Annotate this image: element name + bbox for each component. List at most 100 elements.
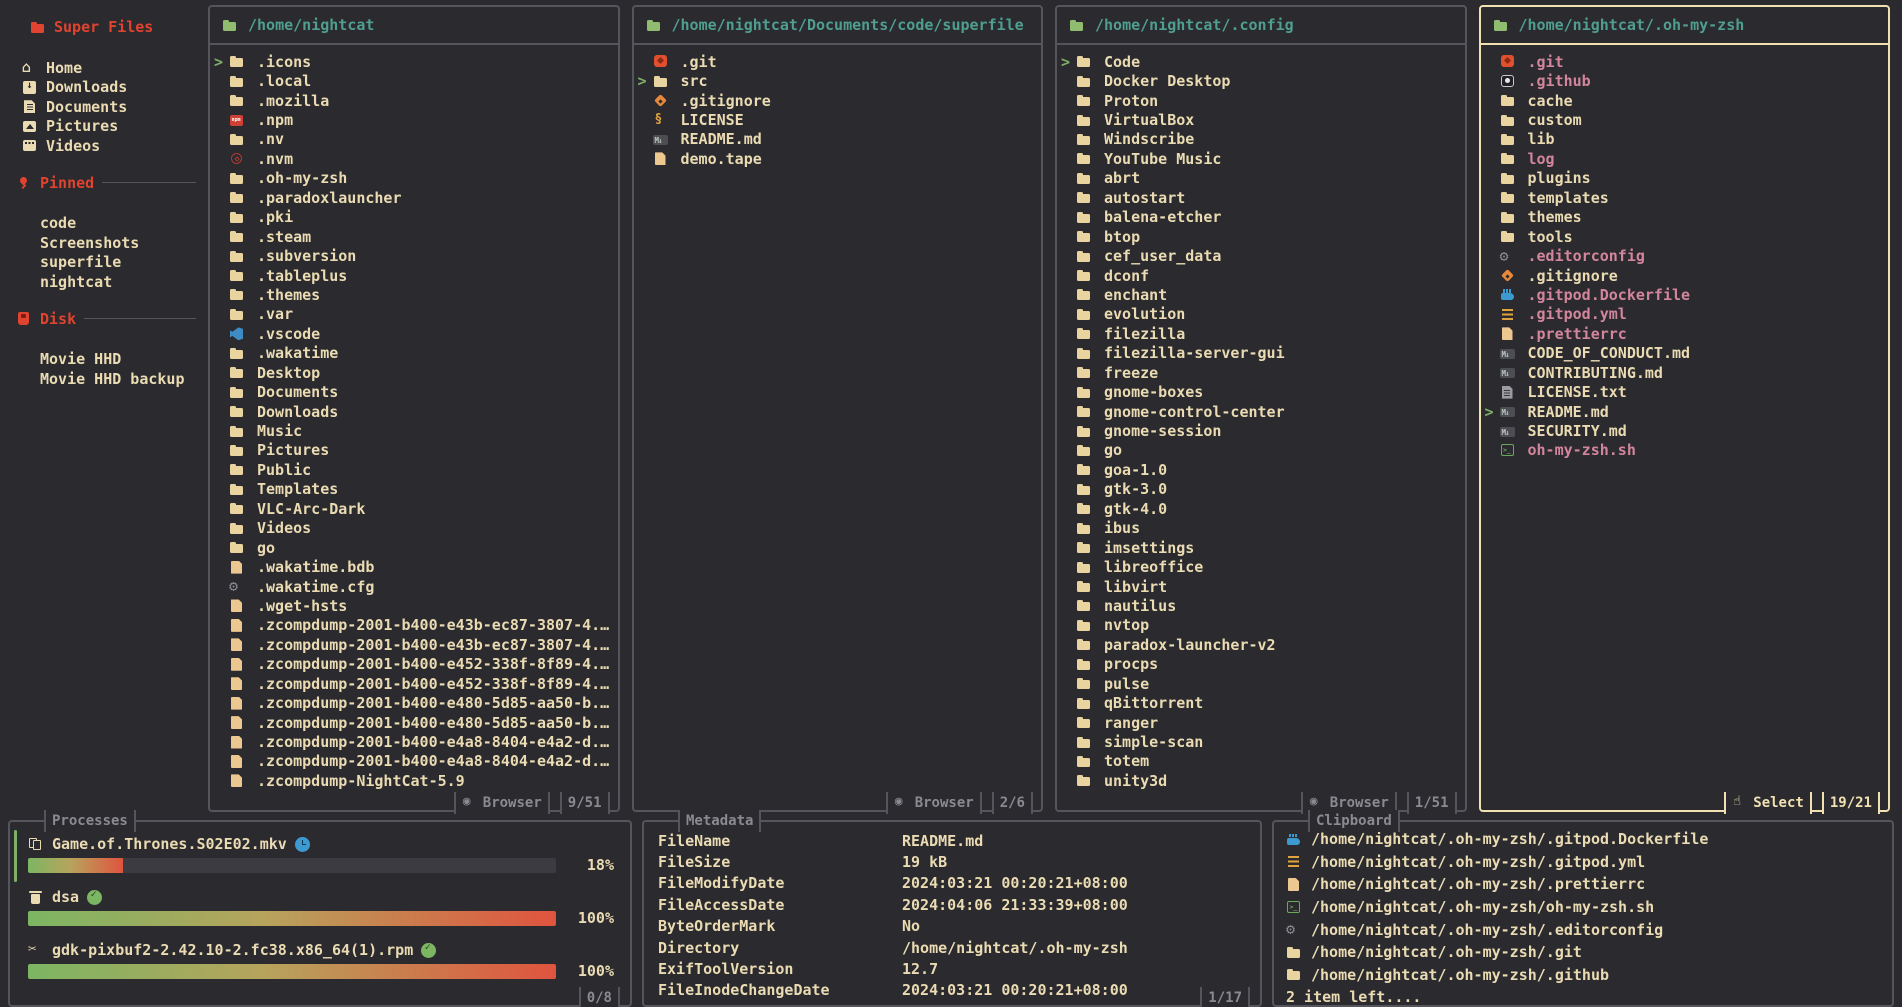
file-row[interactable]: oh-my-zsh.sh: [1485, 441, 1885, 460]
file-row[interactable]: Code: [1061, 52, 1461, 71]
file-row[interactable]: plugins: [1485, 169, 1885, 188]
file-row[interactable]: .zcompdump-2001-b400-e4a8-8404-e4a2-d...: [214, 732, 614, 751]
file-row[interactable]: lib: [1485, 130, 1885, 149]
file-row[interactable]: procps: [1061, 655, 1461, 674]
file-row[interactable]: README.md: [638, 130, 1038, 149]
file-row[interactable]: libreoffice: [1061, 557, 1461, 576]
file-row[interactable]: abrt: [1061, 169, 1461, 188]
file-row[interactable]: YouTube Music: [1061, 149, 1461, 168]
file-row[interactable]: Music: [214, 421, 614, 440]
file-row[interactable]: Documents: [214, 382, 614, 401]
pinned-item[interactable]: Screenshots: [16, 233, 196, 253]
file-row[interactable]: gnome-session: [1061, 421, 1461, 440]
file-row[interactable]: .pki: [214, 208, 614, 227]
file-row[interactable]: .icons: [214, 52, 614, 71]
file-row[interactable]: unity3d: [1061, 771, 1461, 790]
file-row[interactable]: Templates: [214, 480, 614, 499]
pinned-item[interactable]: code: [16, 214, 196, 234]
file-row[interactable]: gnome-control-center: [1061, 402, 1461, 421]
file-row[interactable]: freeze: [1061, 363, 1461, 382]
file-row[interactable]: .steam: [214, 227, 614, 246]
file-row[interactable]: filezilla-server-gui: [1061, 344, 1461, 363]
file-row[interactable]: .wakatime: [214, 344, 614, 363]
file-row[interactable]: LICENSE: [638, 110, 1038, 129]
file-row[interactable]: .paradoxlauncher: [214, 188, 614, 207]
file-row[interactable]: libvirt: [1061, 577, 1461, 596]
file-row[interactable]: .mozilla: [214, 91, 614, 110]
file-row[interactable]: templates: [1485, 188, 1885, 207]
sidebar-nav-item[interactable]: Home: [16, 58, 196, 78]
file-row[interactable]: log: [1485, 149, 1885, 168]
file-row[interactable]: gtk-4.0: [1061, 499, 1461, 518]
file-row[interactable]: .zcompdump-2001-b400-e43b-ec87-3807-4...: [214, 616, 614, 635]
file-row[interactable]: .zcompdump-2001-b400-e480-5d85-aa50-b...: [214, 713, 614, 732]
disk-item[interactable]: Movie HHD: [16, 350, 196, 370]
file-row[interactable]: README.md: [1485, 402, 1885, 421]
file-row[interactable]: ibus: [1061, 519, 1461, 538]
processes-scrollbar[interactable]: [14, 830, 17, 882]
file-row[interactable]: imsettings: [1061, 538, 1461, 557]
file-row[interactable]: SECURITY.md: [1485, 421, 1885, 440]
disk-item[interactable]: Movie HHD backup: [16, 369, 196, 389]
file-row[interactable]: .wakatime.cfg: [214, 577, 614, 596]
file-row[interactable]: custom: [1485, 110, 1885, 129]
file-row[interactable]: .wakatime.bdb: [214, 557, 614, 576]
file-row[interactable]: CONTRIBUTING.md: [1485, 363, 1885, 382]
file-row[interactable]: pulse: [1061, 674, 1461, 693]
file-row[interactable]: go: [214, 538, 614, 557]
file-row[interactable]: src: [638, 71, 1038, 90]
file-row[interactable]: balena-etcher: [1061, 208, 1461, 227]
file-row[interactable]: .themes: [214, 285, 614, 304]
file-row[interactable]: .gitpod.yml: [1485, 305, 1885, 324]
file-row[interactable]: .git: [638, 52, 1038, 71]
file-row[interactable]: cache: [1485, 91, 1885, 110]
file-row[interactable]: autostart: [1061, 188, 1461, 207]
file-row[interactable]: .wget-hsts: [214, 596, 614, 615]
file-row[interactable]: .zcompdump-2001-b400-e452-338f-8f89-4...: [214, 674, 614, 693]
file-row[interactable]: .tableplus: [214, 266, 614, 285]
sidebar-nav-item[interactable]: Documents: [16, 97, 196, 117]
file-row[interactable]: .gitignore: [1485, 266, 1885, 285]
pinned-item[interactable]: superfile: [16, 253, 196, 273]
file-row[interactable]: gtk-3.0: [1061, 480, 1461, 499]
file-row[interactable]: cef_user_data: [1061, 246, 1461, 265]
file-row[interactable]: .gitignore: [638, 91, 1038, 110]
file-row[interactable]: .zcompdump-2001-b400-e452-338f-8f89-4...: [214, 655, 614, 674]
file-row[interactable]: themes: [1485, 208, 1885, 227]
file-row[interactable]: Proton: [1061, 91, 1461, 110]
file-row[interactable]: evolution: [1061, 305, 1461, 324]
file-row[interactable]: btop: [1061, 227, 1461, 246]
file-row[interactable]: gnome-boxes: [1061, 382, 1461, 401]
file-row[interactable]: VLC-Arc-Dark: [214, 499, 614, 518]
file-row[interactable]: tools: [1485, 227, 1885, 246]
file-row[interactable]: .npm: [214, 110, 614, 129]
file-row[interactable]: demo.tape: [638, 149, 1038, 168]
file-row[interactable]: dconf: [1061, 266, 1461, 285]
file-row[interactable]: .editorconfig: [1485, 246, 1885, 265]
file-row[interactable]: .var: [214, 305, 614, 324]
file-row[interactable]: Windscribe: [1061, 130, 1461, 149]
file-row[interactable]: .zcompdump-2001-b400-e4a8-8404-e4a2-d...: [214, 752, 614, 771]
sidebar-nav-item[interactable]: Videos: [16, 136, 196, 156]
file-row[interactable]: enchant: [1061, 285, 1461, 304]
file-row[interactable]: nautilus: [1061, 596, 1461, 615]
file-row[interactable]: qBittorrent: [1061, 693, 1461, 712]
file-row[interactable]: totem: [1061, 752, 1461, 771]
pinned-item[interactable]: nightcat: [16, 272, 196, 292]
file-row[interactable]: filezilla: [1061, 324, 1461, 343]
file-row[interactable]: .git: [1485, 52, 1885, 71]
file-row[interactable]: nvtop: [1061, 616, 1461, 635]
file-row[interactable]: CODE_OF_CONDUCT.md: [1485, 344, 1885, 363]
file-row[interactable]: .zcompdump-NightCat-5.9: [214, 771, 614, 790]
file-row[interactable]: Desktop: [214, 363, 614, 382]
file-row[interactable]: Docker Desktop: [1061, 71, 1461, 90]
file-row[interactable]: .nv: [214, 130, 614, 149]
file-row[interactable]: LICENSE.txt: [1485, 382, 1885, 401]
file-row[interactable]: .oh-my-zsh: [214, 169, 614, 188]
file-row[interactable]: .github: [1485, 71, 1885, 90]
sidebar-nav-item[interactable]: Downloads: [16, 78, 196, 98]
file-row[interactable]: .gitpod.Dockerfile: [1485, 285, 1885, 304]
file-row[interactable]: .subversion: [214, 246, 614, 265]
file-row[interactable]: goa-1.0: [1061, 460, 1461, 479]
file-row[interactable]: Videos: [214, 519, 614, 538]
